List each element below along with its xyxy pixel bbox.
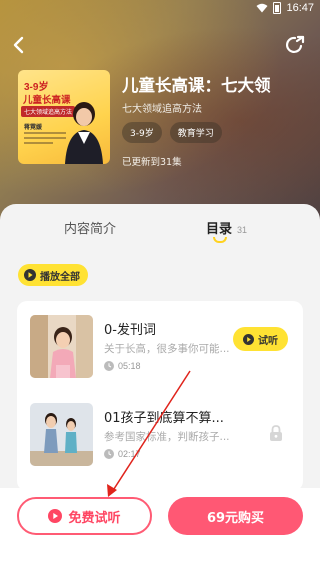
episode-item[interactable]: 0-发刊词 关于长高，很多事你可能... 05:18 试听 bbox=[17, 301, 303, 383]
tag-age[interactable]: 3-9岁 bbox=[122, 122, 162, 143]
battery-icon bbox=[273, 2, 282, 14]
episode-duration: 05:18 bbox=[104, 361, 141, 371]
preview-button[interactable]: 试听 bbox=[233, 327, 288, 351]
episode-title: 01孩子到底算不算... bbox=[104, 411, 224, 426]
course-title: 儿童长高课：七大领 bbox=[122, 76, 271, 95]
episode-thumbnail bbox=[30, 403, 93, 466]
teacher-portrait bbox=[65, 102, 103, 164]
catalog-count: 31 bbox=[237, 225, 248, 235]
play-all-button[interactable]: 播放全部 bbox=[18, 264, 88, 286]
play-icon bbox=[48, 509, 63, 523]
play-all-label: 播放全部 bbox=[40, 271, 80, 283]
episode-desc: 关于长高，很多事你可能... bbox=[104, 343, 230, 355]
cover-age: 3-9岁 bbox=[24, 82, 49, 93]
tag-category[interactable]: 教育学习 bbox=[169, 122, 222, 143]
episode-title: 0-发刊词 bbox=[104, 323, 156, 338]
status-bar: 16:47 bbox=[0, 0, 320, 18]
duration-text: 05:18 bbox=[118, 361, 141, 371]
tab-intro[interactable]: 内容简介 bbox=[64, 218, 116, 237]
course-cover: 3-9岁 儿童长高课 七大领域追高方法 蒋霓媛 bbox=[18, 70, 110, 164]
free-trial-label: 免费试听 bbox=[68, 510, 121, 526]
course-tags: 3-9岁 教育学习 bbox=[122, 122, 222, 143]
episode-item[interactable]: 01孩子到底算不算... 参考国家标准，判断孩子... 02:17 bbox=[17, 389, 303, 471]
back-button[interactable] bbox=[8, 34, 30, 56]
wifi-icon bbox=[256, 3, 268, 13]
free-trial-button[interactable]: 免费试听 bbox=[17, 497, 152, 535]
cover-text-lines bbox=[24, 132, 66, 147]
lock-icon bbox=[270, 425, 282, 441]
course-subtitle: 七大领域追高方法 bbox=[122, 104, 202, 115]
preview-label: 试听 bbox=[258, 335, 278, 347]
share-icon[interactable] bbox=[284, 34, 306, 56]
episode-duration: 02:17 bbox=[104, 449, 141, 459]
clock-icon bbox=[104, 361, 114, 371]
buy-label: 69元购买 bbox=[206, 510, 265, 526]
cover-teacher: 蒋霓媛 bbox=[24, 125, 43, 131]
episode-thumbnail bbox=[30, 315, 93, 378]
clock-icon bbox=[104, 449, 114, 459]
tab-bar: 内容简介 目录 31 bbox=[0, 204, 320, 244]
tab-active-indicator bbox=[213, 237, 227, 243]
duration-text: 02:17 bbox=[118, 449, 141, 459]
status-time: 16:47 bbox=[286, 2, 314, 14]
play-icon bbox=[24, 269, 36, 281]
buy-button[interactable]: 69元购买 bbox=[168, 497, 303, 535]
play-icon bbox=[243, 333, 254, 345]
update-status: 已更新到31集 bbox=[122, 157, 182, 168]
episode-desc: 参考国家标准，判断孩子... bbox=[104, 431, 230, 443]
episode-list: 0-发刊词 关于长高，很多事你可能... 05:18 试听 01孩子到底算不算.… bbox=[17, 301, 303, 491]
tab-catalog[interactable]: 目录 bbox=[206, 218, 232, 237]
